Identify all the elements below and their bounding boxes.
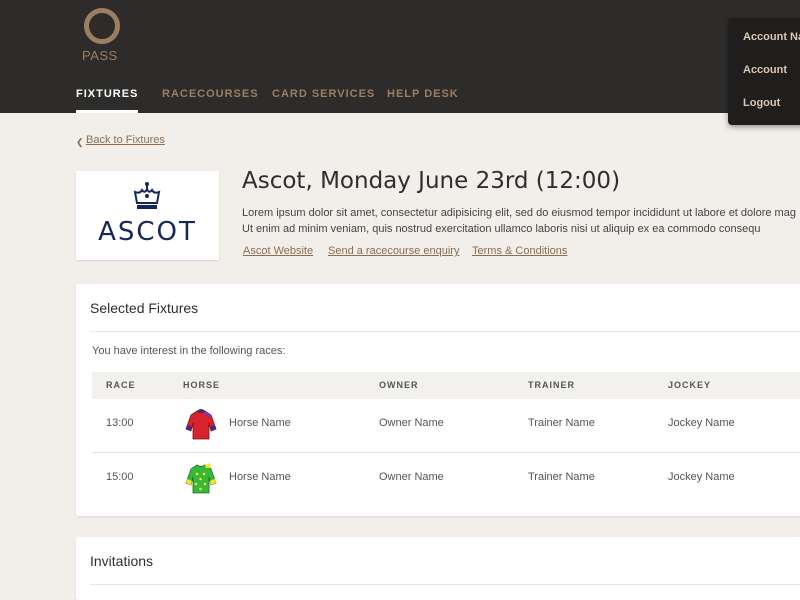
back-to-fixtures-link[interactable]: ❮ Back to Fixtures <box>76 134 165 147</box>
ascot-logo-text: ASCOT <box>98 217 197 247</box>
venue-logo-card: ASCOT <box>76 171 219 260</box>
chevron-left-icon: ❮ <box>76 137 84 147</box>
panel-title: Invitations <box>90 553 154 569</box>
jockey-silk-red-purple-icon <box>185 409 217 440</box>
nav-tab-help-desk[interactable]: HELP DESK <box>387 88 459 113</box>
panel-title: Selected Fixtures <box>90 300 199 316</box>
table-row[interactable]: 15:00 Horse Name Owner Name Trainer Name… <box>92 453 800 506</box>
invitations-panel: Invitations <box>76 537 800 600</box>
column-header-race: RACE <box>106 380 136 390</box>
horse-name: Horse Name <box>229 471 291 483</box>
menu-item-account-name[interactable]: Account Na <box>743 31 800 43</box>
trainer-name: Trainer Name <box>528 471 595 483</box>
jockey-name: Jockey Name <box>668 471 735 483</box>
top-bar: PASS FIXTURES RACECOURSES CARD SERVICES … <box>0 0 800 113</box>
terms-conditions-link[interactable]: Terms & Conditions <box>472 245 567 257</box>
crown-icon <box>133 182 161 209</box>
table-row[interactable]: 13:00 Horse Name Owner Name Trainer Name… <box>92 399 800 452</box>
divider <box>90 331 800 332</box>
page-title: Ascot, Monday June 23rd (12:00) <box>242 168 621 194</box>
owner-name: Owner Name <box>379 417 444 429</box>
horse-name: Horse Name <box>229 417 291 429</box>
trainer-name: Trainer Name <box>528 417 595 429</box>
selected-fixtures-panel: Selected Fixtures You have interest in t… <box>76 284 800 516</box>
column-header-jockey: JOCKEY <box>668 380 712 390</box>
nav-tab-racecourses[interactable]: RACECOURSES <box>162 88 259 113</box>
fixtures-intro-text: You have interest in the following races… <box>92 345 286 357</box>
back-link-label: Back to Fixtures <box>86 134 165 146</box>
table-header: RACE HORSE OWNER TRAINER JOCKEY <box>92 372 800 399</box>
logo-text: PASS <box>82 48 118 63</box>
owner-name: Owner Name <box>379 471 444 483</box>
menu-item-account[interactable]: Account <box>743 64 787 76</box>
description-line: Ut enim ad minim veniam, quis nostrud ex… <box>242 223 761 235</box>
race-time: 15:00 <box>106 471 134 483</box>
race-time: 13:00 <box>106 417 134 429</box>
nav-tab-card-services[interactable]: CARD SERVICES <box>272 88 375 113</box>
ascot-website-link[interactable]: Ascot Website <box>243 245 313 257</box>
column-header-trainer: TRAINER <box>528 380 575 390</box>
column-header-owner: OWNER <box>379 380 419 390</box>
column-header-horse: HORSE <box>183 380 221 390</box>
nav-tab-fixtures[interactable]: FIXTURES <box>76 88 139 113</box>
venue-description: Lorem ipsum dolor sit amet, consectetur … <box>242 205 800 237</box>
logo-ring-icon <box>84 8 120 44</box>
account-dropdown-menu: Account Na Account Logout <box>728 18 800 125</box>
description-line: Lorem ipsum dolor sit amet, consectetur … <box>242 207 796 219</box>
divider <box>90 584 800 585</box>
menu-item-logout[interactable]: Logout <box>743 97 780 109</box>
jockey-silk-green-yellow-icon <box>185 463 217 494</box>
jockey-name: Jockey Name <box>668 417 735 429</box>
racecourse-enquiry-link[interactable]: Send a racecourse enquiry <box>328 245 459 257</box>
